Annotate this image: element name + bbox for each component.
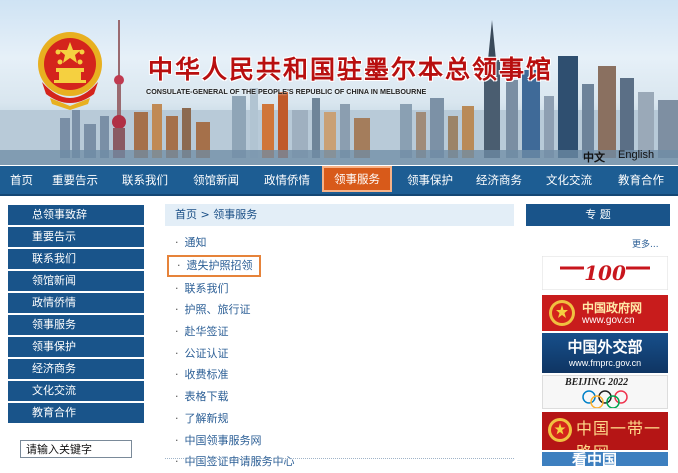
bullet-icon: · bbox=[175, 325, 179, 339]
bullet-icon: · bbox=[175, 236, 179, 249]
nav-item-consular-services[interactable]: 领事服务 bbox=[324, 168, 390, 190]
sidebar-item-culture[interactable]: 文化交流 bbox=[8, 381, 144, 401]
look-china-title: 看中国 bbox=[572, 452, 618, 466]
bullet-icon: · bbox=[175, 390, 179, 404]
gov-cn-banner[interactable]: 中国政府网 www.gov.cn bbox=[542, 295, 668, 331]
belt-and-road-banner[interactable]: 中国一带一路网 bbox=[542, 412, 668, 450]
sidebar-item-politics[interactable]: 政情侨情 bbox=[8, 293, 144, 313]
list-item-visa-application-center[interactable]: · 中国签证申请服务中心 bbox=[165, 451, 514, 473]
mfa-title: 中国外交部 bbox=[567, 338, 643, 356]
consular-services-list: · 通知 · 遗失护照招领 · 联系我们 · 护照、旅行证 · 赴华签证 · 公证认证 · 收… bbox=[165, 232, 514, 473]
list-item-contact[interactable]: · 联系我们 bbox=[165, 278, 514, 300]
list-item-notice[interactable]: · 通知 bbox=[165, 232, 514, 254]
nav-item-home[interactable]: 首页 bbox=[10, 166, 33, 194]
nav-item-education[interactable]: 教育合作 bbox=[618, 166, 664, 194]
page-title: 中华人民共和国驻墨尔本总领事馆 bbox=[148, 55, 554, 84]
sidebar-item-consular-protection[interactable]: 领事保护 bbox=[8, 337, 144, 357]
sidebar: 总领事致辞 重要告示 联系我们 领馆新闻 政情侨情 领事服务 领事保护 经济商务… bbox=[8, 205, 144, 425]
breadcrumb-separator: > bbox=[197, 208, 214, 221]
national-emblem-icon bbox=[38, 32, 102, 110]
list-item-label: 遗失护照招领 bbox=[186, 258, 253, 272]
pearl-tower-icon bbox=[112, 20, 126, 158]
sidebar-item-notices[interactable]: 重要告示 bbox=[8, 227, 144, 247]
nav-item-notices[interactable]: 重要告示 bbox=[52, 166, 98, 194]
look-china-banner[interactable]: 看中国 bbox=[542, 452, 668, 466]
gov-cn-title: 中国政府网 bbox=[582, 301, 643, 315]
mfa-url: www.fmprc.gov.cn bbox=[568, 358, 642, 368]
sidebar-item-economy[interactable]: 经济商务 bbox=[8, 359, 144, 379]
list-item-fees[interactable]: · 收费标准 bbox=[165, 364, 514, 386]
sidebar-item-consul-general-message[interactable]: 总领事致辞 bbox=[8, 205, 144, 225]
sidebar-item-consular-services[interactable]: 领事服务 bbox=[8, 315, 144, 335]
nav-item-economy[interactable]: 经济商务 bbox=[476, 166, 522, 194]
list-item-consular-service-network[interactable]: · 中国领事服务网 bbox=[165, 430, 514, 452]
lang-english-link[interactable]: English bbox=[618, 149, 654, 161]
anniversary-banner[interactable]: 100 bbox=[542, 256, 668, 290]
bullet-icon: · bbox=[175, 433, 179, 447]
list-item-new-rules[interactable]: · 了解新规 bbox=[165, 408, 514, 430]
list-item-china-visa[interactable]: · 赴华签证 bbox=[165, 321, 514, 343]
list-divider bbox=[165, 458, 514, 459]
bullet-icon: · bbox=[175, 303, 179, 317]
emblem-small-icon bbox=[548, 418, 572, 442]
lang-chinese-link[interactable]: 中文 bbox=[583, 149, 605, 165]
main-nav: 首页 重要告示 联系我们 领馆新闻 政情侨情 领事服务 领事保护 经济商务 文化… bbox=[0, 166, 678, 196]
topics-more-link[interactable]: 更多... bbox=[632, 237, 659, 250]
topics-header: 专 题 bbox=[526, 204, 670, 226]
nav-item-culture[interactable]: 文化交流 bbox=[546, 166, 592, 194]
bullet-icon: · bbox=[175, 411, 179, 425]
list-item-label: 赴华签证 bbox=[184, 325, 229, 339]
nav-item-news[interactable]: 领馆新闻 bbox=[193, 166, 239, 194]
breadcrumb-home-link[interactable]: 首页 bbox=[175, 208, 197, 221]
bullet-icon: · bbox=[177, 258, 181, 272]
list-item-label: 通知 bbox=[184, 236, 207, 249]
emblem-small-icon bbox=[549, 300, 575, 326]
list-item-label: 表格下载 bbox=[184, 390, 229, 404]
nav-item-consular-protection[interactable]: 领事保护 bbox=[407, 166, 453, 194]
mfa-banner[interactable]: 中国外交部 www.fmprc.gov.cn bbox=[542, 333, 668, 373]
list-item-forms-download[interactable]: · 表格下载 bbox=[165, 386, 514, 408]
list-item-notarization[interactable]: · 公证认证 bbox=[165, 343, 514, 365]
list-item-lost-passport[interactable]: · 遗失护照招领 bbox=[167, 254, 261, 277]
gov-cn-url: www.gov.cn bbox=[582, 315, 635, 326]
olympic-rings-icon bbox=[582, 390, 628, 408]
list-item-label: 联系我们 bbox=[184, 281, 229, 295]
list-item-label: 收费标准 bbox=[184, 368, 229, 382]
beijing-2022-banner[interactable]: BEIJING 2022 bbox=[542, 375, 668, 409]
list-item-label: 护照、旅行证 bbox=[184, 303, 251, 317]
list-item-label: 中国领事服务网 bbox=[184, 433, 262, 447]
nav-item-contact[interactable]: 联系我们 bbox=[122, 166, 168, 194]
header-banner: 中华人民共和国驻墨尔本总领事馆 CONSULATE-GENERAL OF THE… bbox=[0, 0, 678, 165]
list-item-label: 公证认证 bbox=[184, 346, 229, 360]
list-item-label: 了解新规 bbox=[184, 411, 229, 425]
search-input[interactable] bbox=[20, 440, 132, 458]
sidebar-item-news[interactable]: 领馆新闻 bbox=[8, 271, 144, 291]
breadcrumb: 首页 > 领事服务 bbox=[165, 204, 514, 226]
bullet-icon: · bbox=[175, 368, 179, 382]
nav-item-politics[interactable]: 政情侨情 bbox=[264, 166, 310, 194]
beijing-2022-text: BEIJING 2022 bbox=[565, 377, 629, 388]
anniversary-text: 100 bbox=[584, 261, 626, 285]
belt-and-road-title: 中国一带一路网 bbox=[576, 419, 662, 450]
sidebar-item-contact[interactable]: 联系我们 bbox=[8, 249, 144, 269]
bullet-icon: · bbox=[175, 346, 179, 360]
bullet-icon: · bbox=[175, 281, 179, 295]
page-subtitle: CONSULATE-GENERAL OF THE PEOPLE'S REPUBL… bbox=[146, 87, 427, 96]
list-item-passport-travel-doc[interactable]: · 护照、旅行证 bbox=[165, 299, 514, 321]
breadcrumb-current[interactable]: 领事服务 bbox=[213, 208, 257, 221]
sidebar-item-education[interactable]: 教育合作 bbox=[8, 403, 144, 423]
